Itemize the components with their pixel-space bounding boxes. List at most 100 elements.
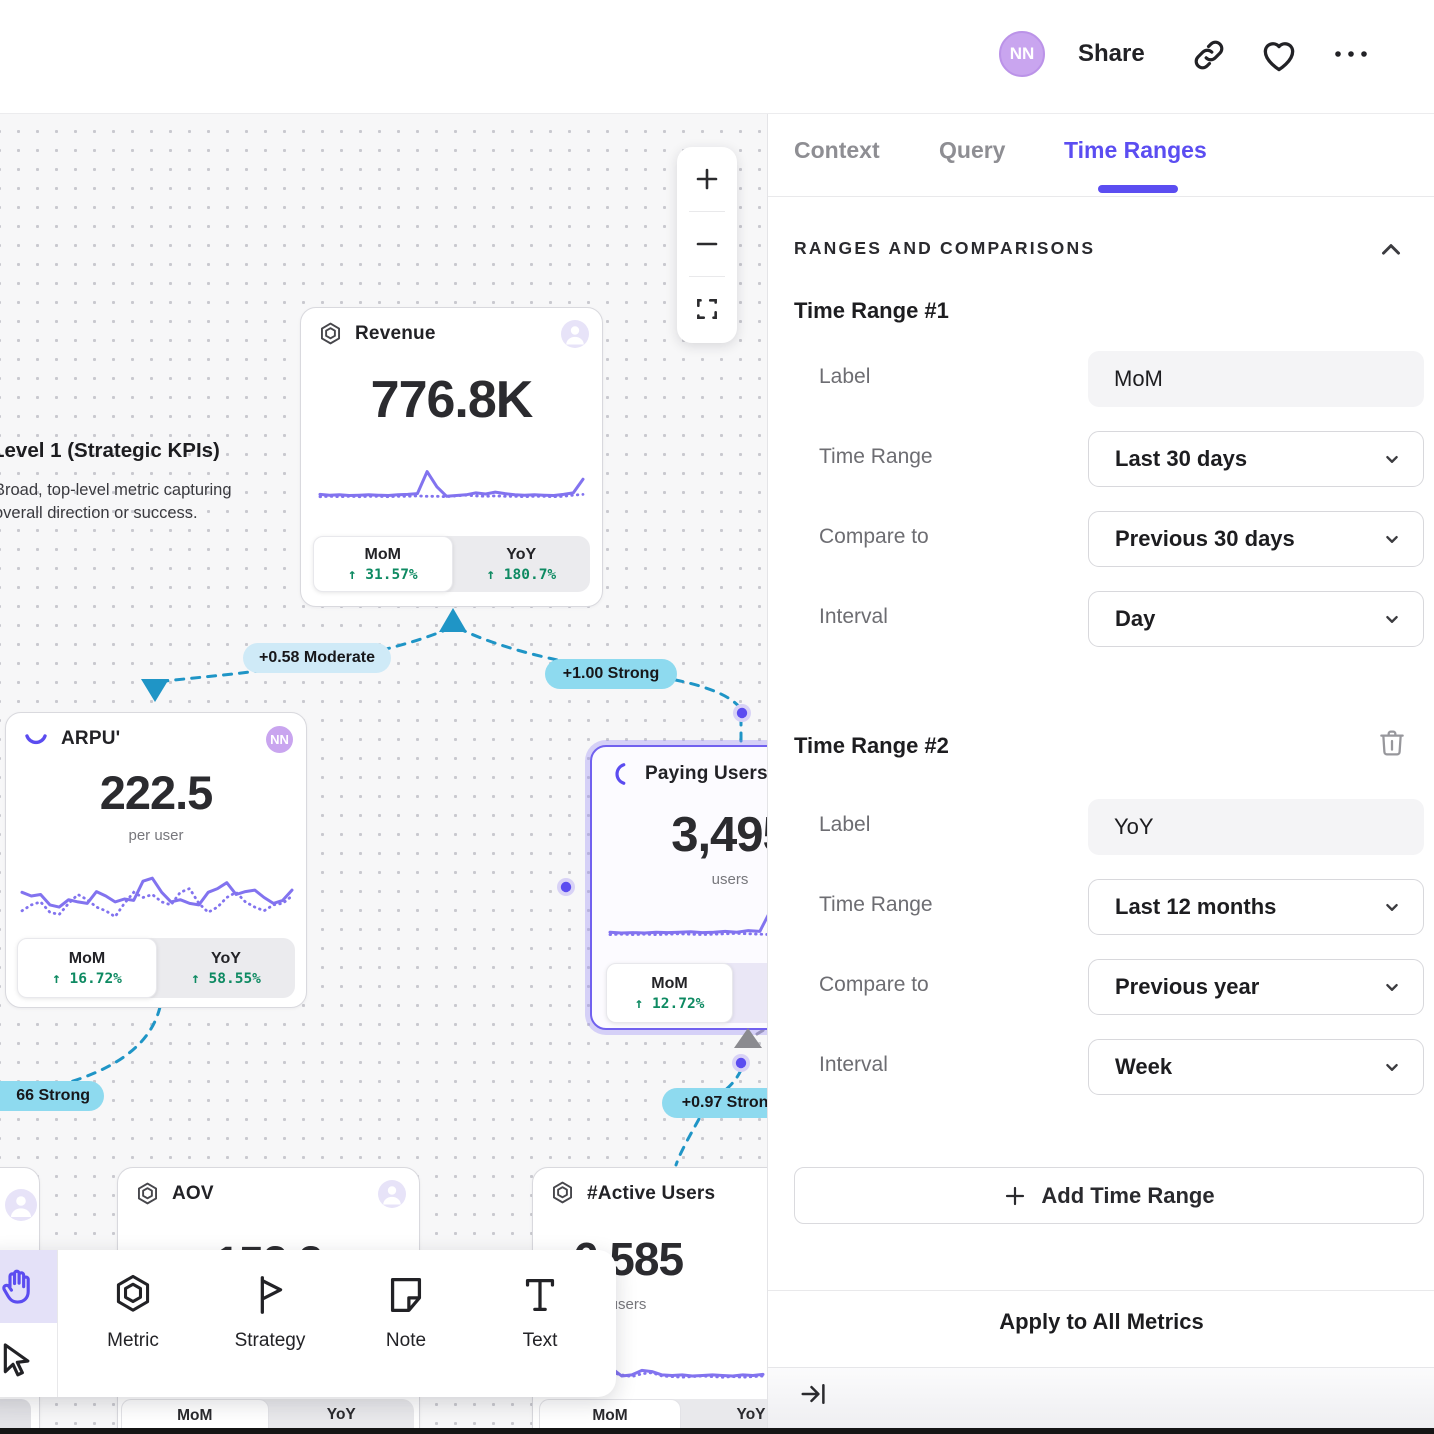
section-header[interactable]: RANGES AND COMPARISONS <box>794 238 1095 259</box>
chevron-down-icon <box>1381 1056 1403 1078</box>
card-title: Revenue <box>355 323 436 345</box>
tool-text[interactable]: Text <box>485 1272 595 1352</box>
field-label: Time Range <box>819 893 933 917</box>
chevron-down-icon <box>1381 976 1403 998</box>
range1-interval-select[interactable]: Day <box>1088 591 1424 647</box>
metric-value: 222.5 <box>6 765 306 820</box>
fit-screen-button[interactable] <box>677 277 737 341</box>
delete-range2-button[interactable] <box>1376 727 1408 759</box>
hand-tool-button[interactable] <box>0 1250 57 1323</box>
metric-hexagon-icon <box>549 1180 576 1207</box>
chevron-down-icon <box>1381 896 1403 918</box>
note-icon <box>383 1272 429 1318</box>
chevron-down-icon <box>1381 528 1403 550</box>
correlation-badge: 66 Strong <box>0 1081 104 1111</box>
correlation-badge: +1.00 Strong <box>545 659 677 689</box>
apply-to-all-metrics-button[interactable]: Apply to All Metrics <box>768 1309 1434 1335</box>
chevron-down-icon <box>1381 608 1403 630</box>
tool-metric[interactable]: Metric <box>78 1272 188 1352</box>
tool-strategy[interactable]: Strategy <box>215 1272 325 1352</box>
link-icon <box>1190 36 1228 74</box>
heart-icon <box>1258 34 1300 76</box>
range2-label-input[interactable]: YoY <box>1088 799 1424 855</box>
chip-yoy[interactable]: YoY ↑ 180.7% <box>453 536 591 592</box>
range2-interval-select[interactable]: Week <box>1088 1039 1424 1095</box>
metric-card-arpu[interactable]: ARPU' NN 222.5 per user MoM ↑ 16.72% YoY… <box>5 712 307 1008</box>
metric-hexagon-icon <box>110 1272 156 1318</box>
minus-icon <box>693 230 721 258</box>
derived-arc-icon <box>22 725 50 753</box>
tool-note[interactable]: Note <box>351 1272 461 1352</box>
text-icon <box>517 1272 563 1318</box>
divider <box>768 196 1434 197</box>
range1-title: Time Range #1 <box>794 298 949 324</box>
range1-label-input[interactable]: MoM <box>1088 351 1424 407</box>
top-bar: NN Share <box>0 0 1434 114</box>
sparkline <box>18 853 296 939</box>
card-title: AOV <box>172 1183 214 1205</box>
chip-mom[interactable]: MoM ↑ 12.72% <box>606 963 733 1023</box>
metric-value: 3,495 <box>592 807 767 863</box>
comparison-chip-row: MoM ↑ 31.57% YoY ↑ 180.7% <box>313 536 590 592</box>
chip-yoy[interactable]: YoY ↑ 58.55% <box>157 938 295 998</box>
canvas-toolbar: Metric Strategy Note Text <box>0 1250 616 1397</box>
field-label: Interval <box>819 605 888 629</box>
range2-time-range-select[interactable]: Last 12 months <box>1088 879 1424 935</box>
ellipsis-icon <box>1331 44 1371 64</box>
settings-panel: Context Query Time Ranges RANGES AND COM… <box>767 113 1434 1434</box>
field-label: Time Range <box>819 445 933 469</box>
range1-time-range-select[interactable]: Last 30 days <box>1088 431 1424 487</box>
chip-mom[interactable]: MoM ↑ 31.57% <box>313 536 453 592</box>
fullscreen-icon <box>694 296 720 322</box>
metric-value: 776.8K <box>301 370 602 430</box>
chevron-up-icon <box>1376 235 1406 265</box>
comparison-chip-row: MoM ↑ 12.72% <box>606 963 767 1023</box>
collapse-section-button[interactable] <box>1376 235 1406 265</box>
field-label: Compare to <box>819 525 929 549</box>
card-title: #Active Users <box>587 1183 715 1205</box>
cursor-icon <box>0 1340 37 1380</box>
hand-icon <box>0 1266 38 1308</box>
more-options-button[interactable] <box>1331 44 1371 64</box>
zoom-controls <box>677 147 737 343</box>
derived-arc-icon <box>608 761 634 787</box>
range2-compare-select[interactable]: Previous year <box>1088 959 1424 1015</box>
owner-avatar: NN <box>266 726 293 753</box>
zoom-in-button[interactable] <box>677 147 737 211</box>
correlation-badge: +0.58 Moderate <box>243 643 391 673</box>
chip-yoy[interactable] <box>733 963 767 1023</box>
metric-hexagon-icon <box>134 1181 161 1208</box>
select-tool-button[interactable] <box>0 1324 57 1396</box>
share-button[interactable]: Share <box>1078 40 1145 68</box>
copy-link-button[interactable] <box>1190 36 1228 74</box>
collapse-panel-button[interactable] <box>799 1379 829 1409</box>
correlation-badge: +0.97 Strong <box>662 1088 767 1118</box>
metric-card-paying-users[interactable]: Paying Users' 3,495 users MoM ↑ 12.72% <box>590 745 767 1030</box>
plus-icon <box>1003 1184 1027 1208</box>
card-title: Paying Users' <box>645 763 767 785</box>
tab-query[interactable]: Query <box>939 137 1005 164</box>
sparkline <box>316 458 587 508</box>
tab-context[interactable]: Context <box>794 137 880 164</box>
zoom-out-button[interactable] <box>677 212 737 276</box>
metric-unit: users <box>592 871 767 888</box>
active-tab-indicator <box>1098 185 1178 193</box>
card-title: ARPU' <box>61 728 120 750</box>
metric-hexagon-icon <box>317 321 344 348</box>
metric-unit: per user <box>6 827 306 844</box>
favorite-button[interactable] <box>1258 34 1300 76</box>
metric-card-revenue[interactable]: Revenue 776.8K MoM ↑ 31.57% YoY ↑ 180.7% <box>300 307 603 607</box>
field-label: Label <box>819 365 870 389</box>
metric-tree-canvas[interactable]: Level 1 (Strategic KPIs) Broad, top-leve… <box>0 113 767 1434</box>
add-time-range-button[interactable]: Add Time Range <box>794 1167 1424 1224</box>
tab-time-ranges[interactable]: Time Ranges <box>1064 137 1207 164</box>
app-window: Level 1 (Strategic KPIs) Broad, top-leve… <box>0 0 1434 1434</box>
range1-compare-select[interactable]: Previous 30 days <box>1088 511 1424 567</box>
chip-mom[interactable]: MoM ↑ 16.72% <box>17 938 157 998</box>
user-avatar[interactable]: NN <box>999 31 1045 77</box>
flag-icon <box>247 1272 293 1318</box>
owner-avatar <box>5 1189 37 1221</box>
range2-title: Time Range #2 <box>794 733 949 759</box>
panel-footer <box>768 1367 1434 1434</box>
comparison-chip-row: MoM ↑ 16.72% YoY ↑ 58.55% <box>17 938 295 998</box>
